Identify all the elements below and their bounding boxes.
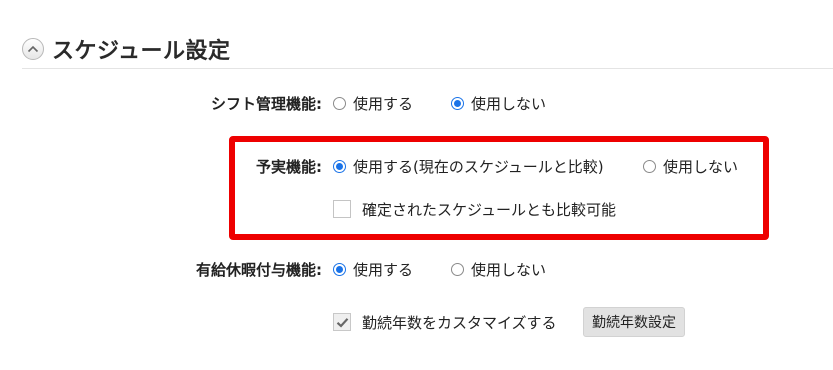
- forecast-label: 予実機能:: [256, 157, 322, 176]
- radio-dot: [643, 159, 656, 173]
- customize-years-row: 勤続年数をカスタマイズする: [333, 310, 557, 334]
- section-header: スケジュール設定: [22, 32, 230, 66]
- paid-leave-row: 有給休暇付与機能: 使用する 使用しない: [0, 257, 833, 281]
- chevron-up-icon[interactable]: [22, 38, 44, 60]
- radio-dot: [451, 96, 464, 110]
- checkmark-icon: [336, 317, 348, 328]
- radio-dot: [333, 262, 346, 276]
- paid-leave-not-use-radio[interactable]: 使用しない: [451, 259, 546, 280]
- highlight-box: [229, 136, 769, 240]
- shift-use-radio[interactable]: 使用する: [333, 93, 413, 114]
- shift-management-label: シフト管理機能:: [211, 94, 322, 113]
- shift-not-use-radio[interactable]: 使用しない: [451, 93, 546, 114]
- radio-dot: [333, 159, 346, 173]
- paid-leave-label: 有給休暇付与機能:: [196, 260, 322, 279]
- section-title: スケジュール設定: [52, 39, 231, 64]
- forecast-use-radio[interactable]: 使用する(現在のスケジュールと比較): [333, 156, 604, 177]
- years-settings-button[interactable]: 勤続年数設定: [583, 307, 685, 337]
- forecast-compare-row: 確定されたスケジュールとも比較可能: [333, 197, 616, 221]
- shift-management-row: シフト管理機能: 使用する 使用しない: [0, 91, 833, 115]
- paid-leave-use-radio[interactable]: 使用する: [333, 259, 413, 280]
- radio-dot: [451, 262, 464, 276]
- checkbox-box: [333, 200, 351, 218]
- compare-confirmed-checkbox[interactable]: 確定されたスケジュールとも比較可能: [333, 199, 616, 220]
- customize-years-checkbox[interactable]: 勤続年数をカスタマイズする: [333, 312, 557, 333]
- section-divider: [22, 68, 833, 69]
- checkbox-box: [333, 313, 351, 331]
- radio-dot: [333, 96, 346, 110]
- forecast-not-use-radio[interactable]: 使用しない: [643, 156, 738, 177]
- forecast-row: 予実機能: 使用する(現在のスケジュールと比較) 使用しない: [0, 154, 833, 178]
